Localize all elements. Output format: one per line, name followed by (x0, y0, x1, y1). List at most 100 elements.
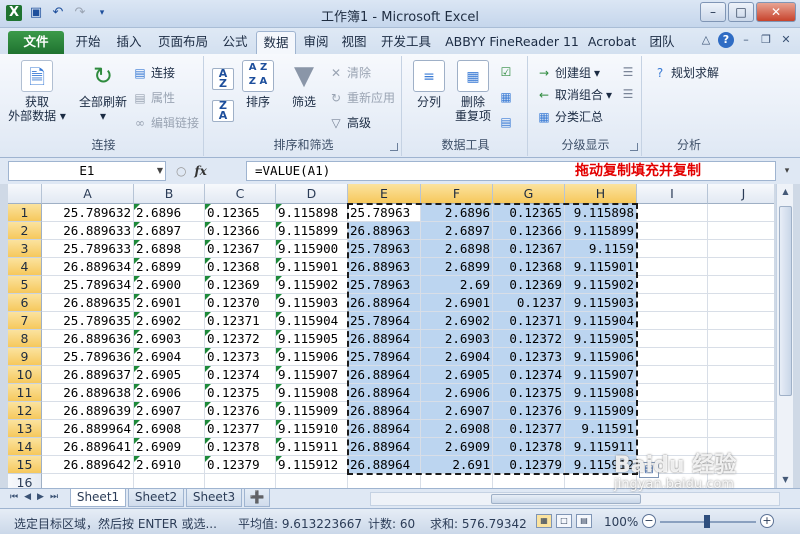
cell-g14[interactable]: 0.12378 (493, 438, 565, 456)
sort-filter-launcher-icon[interactable] (390, 143, 398, 151)
filter-button[interactable]: ▼ 筛选 (284, 60, 324, 109)
cell-d6[interactable]: 9.115903 (276, 294, 348, 312)
properties-button[interactable]: ▤ 属性 (132, 89, 175, 106)
cell-e4[interactable]: 26.88963 (348, 258, 421, 276)
cell-i3[interactable] (637, 240, 708, 258)
row-header-13[interactable]: 13 (8, 420, 42, 438)
cell-g9[interactable]: 0.12373 (493, 348, 565, 366)
cell-f2[interactable]: 2.6897 (421, 222, 493, 240)
cell-e15[interactable]: 26.88964 (348, 456, 421, 474)
cell-c3[interactable]: 0.12367 (205, 240, 276, 258)
cell-c5[interactable]: 0.12369 (205, 276, 276, 294)
data-validation-button[interactable]: ☑ (498, 64, 514, 80)
cell-g13[interactable]: 0.12377 (493, 420, 565, 438)
cell-h5[interactable]: 9.115902 (565, 276, 637, 294)
tab-abbyy[interactable]: ABBYY FineReader 11 (442, 31, 582, 54)
cell-j11[interactable] (708, 384, 774, 402)
column-header-b[interactable]: B (134, 184, 205, 204)
subtotal-button[interactable]: ▦ 分类汇总 (536, 108, 603, 125)
row-header-4[interactable]: 4 (8, 258, 42, 276)
cell-e8[interactable]: 26.88964 (348, 330, 421, 348)
column-header-h[interactable]: H (565, 184, 637, 204)
cell-f10[interactable]: 2.6905 (421, 366, 493, 384)
cell-e12[interactable]: 26.88964 (348, 402, 421, 420)
cell-j6[interactable] (708, 294, 774, 312)
row-header-14[interactable]: 14 (8, 438, 42, 456)
column-header-c[interactable]: C (205, 184, 276, 204)
column-header-i[interactable]: I (637, 184, 708, 204)
cell-d13[interactable]: 9.115910 (276, 420, 348, 438)
formula-bar-expand-icon[interactable]: ▾ (780, 162, 794, 180)
cell-f5[interactable]: 2.69 (421, 276, 493, 294)
cell-f8[interactable]: 2.6903 (421, 330, 493, 348)
cell-a8[interactable]: 26.889636 (42, 330, 134, 348)
cell-h8[interactable]: 9.115905 (565, 330, 637, 348)
zoom-out-icon[interactable]: − (642, 514, 656, 528)
cell-g3[interactable]: 0.12367 (493, 240, 565, 258)
cell-a14[interactable]: 26.889641 (42, 438, 134, 456)
cell-a10[interactable]: 26.889637 (42, 366, 134, 384)
column-header-e[interactable]: E (348, 184, 421, 204)
cell-g2[interactable]: 0.12366 (493, 222, 565, 240)
column-header-f[interactable]: F (421, 184, 493, 204)
column-header-d[interactable]: D (276, 184, 348, 204)
cell-g12[interactable]: 0.12376 (493, 402, 565, 420)
cell-g6[interactable]: 0.1237 (493, 294, 565, 312)
doc-restore-icon[interactable]: ❐ (758, 32, 774, 48)
cell-b1[interactable]: 2.6896 (134, 204, 205, 222)
cell-a7[interactable]: 25.789635 (42, 312, 134, 330)
edit-links-button[interactable]: ∞ 编辑链接 (132, 114, 199, 131)
cell-c15[interactable]: 0.12379 (205, 456, 276, 474)
cell-e5[interactable]: 25.78963 (348, 276, 421, 294)
cell-e6[interactable]: 26.88964 (348, 294, 421, 312)
cell-i2[interactable] (637, 222, 708, 240)
cell-d10[interactable]: 9.115907 (276, 366, 348, 384)
cell-b2[interactable]: 2.6897 (134, 222, 205, 240)
cell-j5[interactable] (708, 276, 774, 294)
outline-launcher-icon[interactable] (630, 143, 638, 151)
tab-home[interactable]: 开始 (68, 31, 108, 54)
vertical-scrollbar[interactable]: ▲ ▼ (776, 184, 793, 488)
cell-d14[interactable]: 9.115911 (276, 438, 348, 456)
first-sheet-icon[interactable]: ⏮ (10, 492, 18, 502)
cell-f9[interactable]: 2.6904 (421, 348, 493, 366)
cell-b8[interactable]: 2.6903 (134, 330, 205, 348)
cell-g5[interactable]: 0.12369 (493, 276, 565, 294)
row-header-16[interactable]: 16 (8, 474, 42, 488)
cell-h4[interactable]: 9.115901 (565, 258, 637, 276)
cell-h12[interactable]: 9.115909 (565, 402, 637, 420)
next-sheet-icon[interactable]: ▶ (37, 492, 44, 502)
cell-a3[interactable]: 25.789633 (42, 240, 134, 258)
cell-i13[interactable] (637, 420, 708, 438)
cell-a15[interactable]: 26.889642 (42, 456, 134, 474)
cell-i5[interactable] (637, 276, 708, 294)
cell-d8[interactable]: 9.115905 (276, 330, 348, 348)
cell-d5[interactable]: 9.115902 (276, 276, 348, 294)
cell-g15[interactable]: 0.12379 (493, 456, 565, 474)
connections-button[interactable]: ▤ 连接 (132, 64, 175, 81)
cell-f6[interactable]: 2.6901 (421, 294, 493, 312)
tab-developer[interactable]: 开发工具 (374, 31, 438, 54)
cell-d16[interactable] (276, 474, 348, 488)
cell-a6[interactable]: 26.889635 (42, 294, 134, 312)
cell-c14[interactable]: 0.12378 (205, 438, 276, 456)
cell-c2[interactable]: 0.12366 (205, 222, 276, 240)
restore-button[interactable]: □ (728, 2, 754, 22)
cell-g8[interactable]: 0.12372 (493, 330, 565, 348)
cell-c8[interactable]: 0.12372 (205, 330, 276, 348)
cell-g11[interactable]: 0.12375 (493, 384, 565, 402)
cell-b13[interactable]: 2.6908 (134, 420, 205, 438)
cell-j8[interactable] (708, 330, 774, 348)
row-header-3[interactable]: 3 (8, 240, 42, 258)
cell-j4[interactable] (708, 258, 774, 276)
text-to-columns-button[interactable]: ≡ 分列 (408, 60, 450, 109)
cell-e14[interactable]: 26.88964 (348, 438, 421, 456)
cell-d9[interactable]: 9.115906 (276, 348, 348, 366)
cell-j1[interactable] (708, 204, 774, 222)
cell-j13[interactable] (708, 420, 774, 438)
name-box-dropdown-icon[interactable]: ▼ (157, 162, 163, 180)
ungroup-button[interactable]: ← 取消组合 ▾ (536, 86, 612, 103)
cell-g7[interactable]: 0.12371 (493, 312, 565, 330)
page-break-view-icon[interactable]: ▤ (576, 514, 592, 528)
row-header-11[interactable]: 11 (8, 384, 42, 402)
